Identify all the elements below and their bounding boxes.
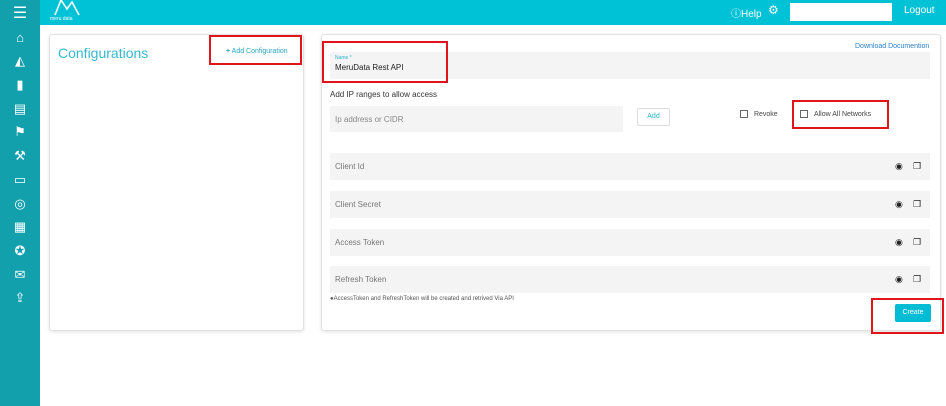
search-input[interactable] <box>790 3 892 21</box>
download-documentation-link[interactable]: Download Documention <box>855 43 929 50</box>
document-icon[interactable]: ▤ <box>10 101 30 117</box>
help-label: Help <box>741 9 762 20</box>
token-field[interactable]: Refresh Token ◉ ❐ <box>330 266 930 293</box>
revoke-label: Revoke <box>753 110 778 118</box>
add-ip-button[interactable]: Add <box>637 108 670 126</box>
home-icon[interactable]: ⌂ <box>10 30 30 46</box>
lifebuoy-icon[interactable]: ◎ <box>10 196 30 212</box>
token-field-label: Access Token <box>335 238 385 247</box>
token-field-label: Client Secret <box>335 200 381 209</box>
highlight-name <box>322 41 448 83</box>
top-bar: meru data ⓘHelp ⚙ Logout <box>40 0 946 25</box>
copy-icon[interactable]: ❐ <box>913 199 921 210</box>
ip-ranges-label: Add IP ranges to allow access <box>330 90 438 99</box>
area-chart-icon[interactable]: ◭ <box>10 53 30 69</box>
gavel-icon[interactable]: ⚒ <box>10 148 30 164</box>
logout-button[interactable]: Logout <box>904 5 935 16</box>
token-field-label: Client Id <box>335 162 365 171</box>
help-circle-icon: ⓘ <box>731 9 741 20</box>
logo-text: meru data <box>50 16 73 22</box>
highlight-create <box>871 298 944 334</box>
eye-slash-icon[interactable]: ◉ <box>895 199 903 210</box>
eye-slash-icon[interactable]: ◉ <box>895 161 903 172</box>
token-note-text: AccessToken and RefreshToken will be cre… <box>333 296 514 302</box>
copy-icon[interactable]: ❐ <box>913 237 921 248</box>
flag-icon[interactable]: ⚑ <box>10 124 30 140</box>
configurations-panel: Configurations + Add Configuration <box>49 34 304 331</box>
upload-icon[interactable]: ⇪ <box>10 290 30 306</box>
inbox-icon[interactable]: ▭ <box>10 172 30 188</box>
copy-icon[interactable]: ❐ <box>913 161 921 172</box>
highlight-allow-all-networks <box>792 100 889 129</box>
revoke-checkbox[interactable]: Revoke <box>740 110 778 118</box>
building-icon[interactable]: ▮ <box>10 77 30 93</box>
token-note: ●AccessToken and RefreshToken will be cr… <box>330 296 514 302</box>
eye-slash-icon[interactable]: ◉ <box>895 237 903 248</box>
sidebar: ☰ ⌂ ◭ ▮ ▤ ⚑ ⚒ ▭ ◎ ▦ ✪ ✉ ⇪ <box>0 0 40 406</box>
ip-address-input[interactable]: Ip address or CIDR <box>330 106 623 132</box>
token-field[interactable]: Client Secret ◉ ❐ <box>330 191 930 218</box>
configurations-title: Configurations <box>58 45 149 61</box>
help-link[interactable]: ⓘHelp <box>731 5 762 20</box>
copy-icon[interactable]: ❐ <box>913 274 921 285</box>
support-icon[interactable]: ✪ <box>10 243 30 259</box>
highlight-add-configuration <box>209 35 302 65</box>
envelope-icon[interactable]: ✉ <box>10 267 30 283</box>
token-field[interactable]: Client Id ◉ ❐ <box>330 153 930 180</box>
checkbox-icon <box>740 110 748 118</box>
list-icon[interactable]: ▦ <box>10 219 30 235</box>
menu-icon[interactable]: ☰ <box>10 6 30 22</box>
eye-slash-icon[interactable]: ◉ <box>895 274 903 285</box>
gear-icon[interactable]: ⚙ <box>768 3 779 17</box>
token-field-label: Refresh Token <box>335 275 387 284</box>
ip-placeholder: Ip address or CIDR <box>335 115 404 124</box>
logo[interactable]: meru data <box>50 0 90 24</box>
token-field[interactable]: Access Token ◉ ❐ <box>330 229 930 256</box>
